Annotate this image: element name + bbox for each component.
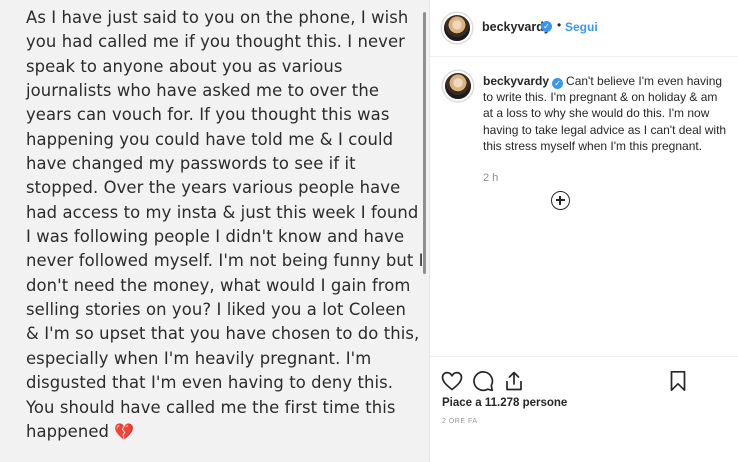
caption-avatar[interactable] — [443, 71, 473, 101]
story-line: happening you could have told me & I cou… — [26, 129, 394, 149]
action-bar: Piace a 11.278 persone 2 ORE FA — [430, 356, 738, 462]
story-line-last: happened 💔 — [26, 420, 416, 444]
caption-timestamp: 2 h — [483, 172, 499, 184]
story-line: journalists who have asked me to over th… — [26, 81, 380, 101]
story-line: speak to anyone about you as various — [26, 56, 343, 76]
posted-time: 2 ORE FA — [442, 418, 478, 425]
follow-button[interactable]: Segui — [565, 20, 598, 34]
story-line: stopped. Over the years various people h… — [26, 178, 401, 198]
caption: beckyvardy ✓ Can't believe I'm even having… — [483, 73, 728, 154]
story-line: & I'm so upset that you have chosen to d… — [26, 324, 420, 344]
verified-badge-icon: ✓ — [541, 21, 552, 32]
story-line-text: happened — [26, 421, 110, 441]
bookmark-icon[interactable] — [666, 369, 690, 393]
share-icon[interactable] — [502, 369, 526, 393]
story-line: As I have just said to you on the phone,… — [26, 8, 409, 27]
avatar[interactable] — [442, 13, 472, 43]
likes-count[interactable]: Piace a 11.278 persone — [442, 397, 567, 409]
story-line: I was following people I didn't know and… — [26, 227, 405, 247]
verified-badge-icon: ✓ — [552, 78, 564, 89]
post-header: beckyvardy ✓ • Segui — [430, 0, 738, 57]
story-line: had access to my insta & just this week … — [26, 202, 419, 222]
broken-heart-icon: 💔 — [114, 421, 135, 441]
story-line: disgusted that I'm even having to deny t… — [26, 373, 394, 393]
separator-dot: • — [557, 18, 562, 32]
story-line: never followed myself. I'm not being fun… — [26, 251, 424, 271]
story-line: don't need the money, what would I gain … — [26, 275, 411, 295]
heart-icon[interactable] — [440, 369, 464, 393]
plus-circle-icon[interactable] — [551, 191, 570, 210]
post-sidebar: beckyvardy ✓ • Segui beckyvardy ✓ Can't be… — [430, 0, 738, 462]
scrollbar-thumb[interactable] — [423, 12, 426, 274]
story-line: have changed my passwords to see if it — [26, 154, 356, 174]
post-image: As I have just said to you on the phone,… — [0, 0, 430, 462]
story-line: especially when I'm heavily pregnant. I'… — [26, 348, 372, 368]
caption-username[interactable]: beckyvardy — [483, 74, 549, 88]
story-line: You should have called me the first time… — [26, 397, 396, 417]
story-line: you had called me if you thought this. I… — [26, 32, 405, 52]
story-line: years can vouch for. If you thought this… — [26, 105, 390, 125]
story-line: selling stories on you? I liked you a lo… — [26, 300, 406, 320]
comment-icon[interactable] — [471, 369, 495, 393]
story-text: As I have just said to you on the phone,… — [26, 6, 424, 444]
